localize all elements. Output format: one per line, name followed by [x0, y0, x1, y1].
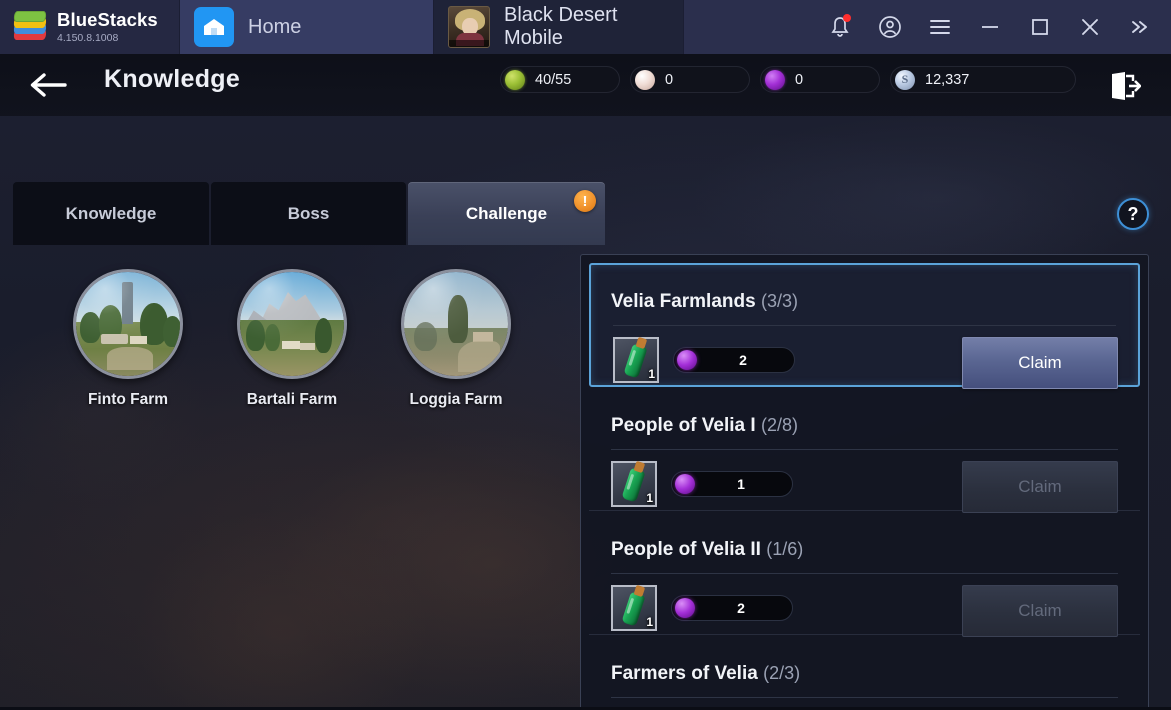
tab-black-desert-mobile[interactable]: Black Desert Mobile — [434, 0, 684, 54]
brand-name: BlueStacks — [57, 9, 158, 30]
item-quantity: 1 — [648, 367, 655, 381]
claim-button: Claim — [962, 585, 1118, 637]
quest-title-text: Velia Farmlands — [611, 291, 756, 312]
bluestacks-brand: BlueStacks 4.150.8.1008 — [0, 0, 180, 54]
location-loggia-farm[interactable]: Loggia Farm — [392, 269, 520, 409]
reward-pearl-pill: 1 — [671, 471, 793, 497]
quest-row[interactable]: People of Velia I (2/8) 1 1 Claim — [589, 387, 1140, 513]
exit-door-icon[interactable] — [1105, 68, 1145, 104]
game-header: Knowledge 40/55 0 0 12,337 — [0, 54, 1171, 116]
location-finto-farm[interactable]: Finto Farm — [64, 269, 192, 409]
notifications-icon[interactable] — [815, 0, 865, 54]
quest-progress: (3/3) — [760, 291, 798, 311]
quest-row[interactable]: Velia Farmlands (3/3) 1 2 Claim — [589, 263, 1140, 389]
brand-version: 4.150.8.1008 — [57, 31, 119, 44]
tab-challenge-label: Challenge — [465, 203, 548, 223]
currency-bar: 40/55 0 0 12,337 — [500, 66, 1076, 93]
quest-row[interactable]: Farmers of Velia (2/3) 1 1 Claim — [589, 635, 1140, 707]
location-name: Bartali Farm — [246, 391, 338, 408]
expand-icon[interactable] — [1115, 0, 1165, 54]
bluestacks-titlebar: BlueStacks 4.150.8.1008 Home Black Deser… — [0, 0, 1171, 54]
tab-boss-label: Boss — [287, 203, 330, 223]
maximize-icon[interactable] — [1015, 0, 1065, 54]
help-button[interactable]: ? — [1117, 198, 1149, 230]
quest-row[interactable]: People of Velia II (1/6) 1 2 Claim — [589, 511, 1140, 637]
quest-title-text: People of Velia II — [611, 539, 761, 560]
quest-title: People of Velia I (2/8) — [611, 415, 798, 437]
currency-energy[interactable]: 40/55 — [500, 66, 620, 93]
page-title: Knowledge — [104, 65, 241, 93]
quest-list: Velia Farmlands (3/3) 1 2 Claim People o… — [589, 263, 1140, 707]
quest-progress: (1/6) — [766, 539, 804, 559]
currency-energy-value: 40/55 — [535, 71, 572, 88]
energy-icon — [505, 69, 525, 90]
account-icon[interactable] — [865, 0, 915, 54]
location-thumbnail — [237, 269, 347, 379]
quest-divider — [611, 573, 1118, 574]
location-thumbnail — [73, 269, 183, 379]
close-icon[interactable] — [1065, 0, 1115, 54]
quest-reward-row: 1 2 — [611, 585, 793, 631]
reward-pearl-pill: 2 — [673, 347, 795, 373]
category-tabs: Knowledge Boss Challenge ! — [13, 182, 605, 245]
potion-bottle-icon[interactable]: 1 — [611, 585, 657, 631]
tab-knowledge-label: Knowledge — [65, 203, 157, 223]
tab-home[interactable]: Home — [180, 0, 434, 54]
location-list: Finto Farm Bartali Farm Loggia Farm — [64, 269, 520, 409]
silver-coin-icon — [895, 69, 915, 90]
reward-value: 2 — [739, 352, 747, 368]
currency-silver[interactable]: 12,337 — [890, 66, 1076, 93]
potion-bottle-icon[interactable]: 1 — [613, 337, 659, 383]
location-name: Finto Farm — [87, 391, 169, 408]
window-controls — [815, 0, 1171, 54]
quest-divider — [611, 449, 1118, 450]
currency-contribution[interactable]: 0 — [630, 66, 750, 93]
home-icon — [194, 7, 234, 47]
quest-progress: (2/8) — [760, 415, 798, 435]
game-avatar-icon — [448, 6, 490, 48]
quest-title: Velia Farmlands (3/3) — [611, 291, 798, 313]
minimize-icon[interactable] — [965, 0, 1015, 54]
contribution-icon — [635, 69, 655, 90]
claim-button: Claim — [962, 461, 1118, 513]
item-quantity: 1 — [646, 491, 653, 505]
challenge-panel: Velia Farmlands (3/3) 1 2 Claim People o… — [580, 254, 1149, 707]
quest-divider — [611, 697, 1118, 698]
tab-knowledge[interactable]: Knowledge — [13, 182, 209, 245]
tab-home-label: Home — [248, 15, 302, 38]
location-thumbnail — [401, 269, 511, 379]
reward-value: 2 — [737, 600, 745, 616]
potion-bottle-icon[interactable]: 1 — [611, 461, 657, 507]
back-arrow-icon[interactable] — [26, 68, 70, 102]
tab-boss[interactable]: Boss — [211, 182, 406, 245]
menu-icon[interactable] — [915, 0, 965, 54]
quest-divider — [613, 325, 1116, 326]
tab-game-label: Black Desert Mobile — [504, 4, 618, 49]
currency-pearl-value: 0 — [795, 71, 804, 88]
quest-progress: (2/3) — [763, 663, 801, 683]
pearl-icon — [765, 69, 785, 90]
reward-pearl-pill: 2 — [671, 595, 793, 621]
quest-title-text: People of Velia I — [611, 415, 756, 436]
location-bartali-farm[interactable]: Bartali Farm — [228, 269, 356, 409]
quest-reward-row: 1 2 — [613, 337, 795, 383]
reward-value: 1 — [737, 476, 745, 492]
currency-pearl[interactable]: 0 — [760, 66, 880, 93]
location-name: Loggia Farm — [409, 391, 503, 408]
item-quantity: 1 — [646, 615, 653, 629]
titlebar-spacer — [684, 0, 815, 54]
currency-silver-value: 12,337 — [925, 71, 970, 88]
quest-reward-row: 1 1 — [611, 461, 793, 507]
bluestacks-logo-icon — [13, 11, 48, 42]
currency-contribution-value: 0 — [665, 71, 674, 88]
tab-challenge-badge: ! — [574, 190, 596, 212]
quest-title-text: Farmers of Velia — [611, 663, 758, 684]
quest-title: People of Velia II (1/6) — [611, 539, 803, 561]
quest-title: Farmers of Velia (2/3) — [611, 663, 800, 685]
notification-badge-dot — [843, 14, 851, 22]
claim-button[interactable]: Claim — [962, 337, 1118, 389]
tab-challenge[interactable]: Challenge ! — [408, 182, 605, 245]
game-viewport: Knowledge 40/55 0 0 12,337 — [0, 54, 1171, 710]
